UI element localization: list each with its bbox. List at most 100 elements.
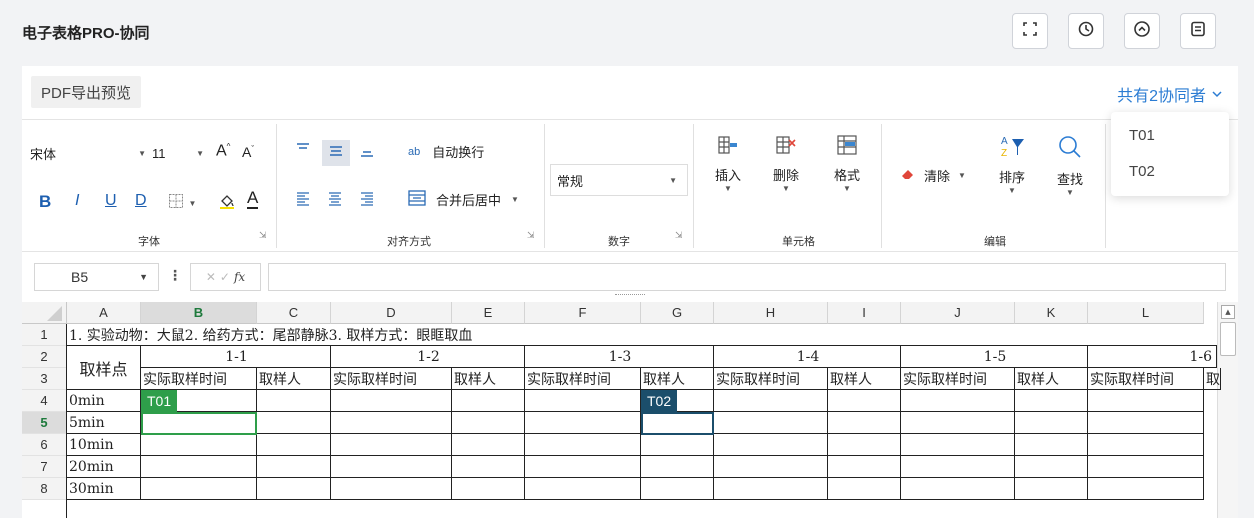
cell-empty[interactable]: [1088, 412, 1204, 434]
cell-empty[interactable]: [714, 434, 828, 456]
comment-button[interactable]: [1180, 13, 1216, 49]
column-header[interactable]: G: [641, 302, 714, 324]
column-header[interactable]: C: [257, 302, 331, 324]
collaborator-selection[interactable]: [141, 412, 257, 435]
cell-time[interactable]: 30min: [67, 478, 141, 500]
increase-font-button[interactable]: A^: [216, 142, 230, 160]
row-header[interactable]: 4: [22, 390, 67, 412]
cell-group-header[interactable]: 1-2: [331, 346, 525, 368]
format-cells-button[interactable]: 格式 ▼: [827, 134, 867, 193]
cell-empty[interactable]: [452, 412, 525, 434]
column-header[interactable]: D: [331, 302, 452, 324]
collapse-up-button[interactable]: [1124, 13, 1160, 49]
sort-button[interactable]: AZ 排序 ▼: [992, 134, 1032, 195]
cell-empty[interactable]: [1088, 434, 1204, 456]
cell-empty[interactable]: [525, 412, 641, 434]
cell-empty[interactable]: [452, 478, 525, 500]
collaborator-selection[interactable]: [641, 412, 714, 435]
cell-sampler-header[interactable]: 取样人: [452, 368, 525, 390]
cell-empty[interactable]: [257, 412, 331, 434]
align-right-button[interactable]: [356, 190, 378, 212]
alignment-dialog-launcher-icon[interactable]: ⇲: [527, 230, 535, 241]
cell-sampler-header[interactable]: 取: [1204, 368, 1221, 390]
align-center-button[interactable]: [324, 190, 346, 212]
cell-empty[interactable]: [331, 478, 452, 500]
cell-empty[interactable]: [714, 456, 828, 478]
function-button[interactable]: fx: [234, 270, 245, 284]
cell-empty[interactable]: [901, 478, 1015, 500]
more-options-icon[interactable]: ⋮: [168, 267, 182, 284]
history-button[interactable]: [1068, 13, 1104, 49]
column-header[interactable]: L: [1088, 302, 1204, 324]
cell-empty[interactable]: [331, 390, 452, 412]
row-header[interactable]: 5: [22, 412, 67, 434]
cell-time[interactable]: 10min: [67, 434, 141, 456]
cell-empty[interactable]: [331, 456, 452, 478]
font-color-button[interactable]: A: [247, 189, 259, 209]
collaborator-item[interactable]: T01: [1129, 127, 1155, 144]
cell-empty[interactable]: [1015, 456, 1088, 478]
cell-empty[interactable]: [901, 412, 1015, 434]
cell-empty[interactable]: [525, 434, 641, 456]
align-middle-button[interactable]: [322, 140, 350, 166]
vertical-scrollbar[interactable]: ▲: [1217, 302, 1238, 518]
fill-color-button[interactable]: [216, 192, 238, 214]
cell-actual-time-header[interactable]: 实际取样时间: [525, 368, 641, 390]
cell-actual-time-header[interactable]: 实际取样时间: [901, 368, 1015, 390]
cell-group-header[interactable]: 1-6: [1088, 346, 1217, 368]
cell-empty[interactable]: [1015, 478, 1088, 500]
cell-group-header[interactable]: 1-1: [141, 346, 331, 368]
cell-empty[interactable]: [714, 478, 828, 500]
cell-sampler-header[interactable]: 取样人: [828, 368, 901, 390]
delete-cells-button[interactable]: 删除 ▼: [766, 134, 806, 193]
cell-empty[interactable]: [714, 412, 828, 434]
number-format-select[interactable]: 常规 ▼: [550, 164, 688, 196]
cell-time[interactable]: 20min: [67, 456, 141, 478]
row-header[interactable]: 7: [22, 456, 67, 478]
cell-sampler-header[interactable]: 取样人: [641, 368, 714, 390]
column-header[interactable]: E: [452, 302, 525, 324]
cell-empty[interactable]: [828, 412, 901, 434]
cell-empty[interactable]: [1015, 434, 1088, 456]
cell-empty[interactable]: [1015, 412, 1088, 434]
column-header[interactable]: B: [141, 302, 257, 324]
formula-input[interactable]: [268, 263, 1226, 291]
resize-grip[interactable]: [615, 294, 645, 296]
align-top-button[interactable]: [292, 140, 314, 162]
font-size-select[interactable]: 11 ▼: [152, 140, 204, 166]
cell-sampler-header[interactable]: 取样人: [1015, 368, 1088, 390]
row-header[interactable]: 1: [22, 324, 67, 346]
row-header[interactable]: 2: [22, 346, 67, 368]
column-header[interactable]: A: [67, 302, 141, 324]
collaborator-item[interactable]: T02: [1129, 163, 1155, 180]
double-underline-button[interactable]: D: [135, 192, 147, 210]
cell-empty[interactable]: [257, 478, 331, 500]
cell-actual-time-header[interactable]: 实际取样时间: [714, 368, 828, 390]
cell-sample-point[interactable]: 取样点: [67, 346, 141, 390]
row-header[interactable]: 3: [22, 368, 67, 390]
cell-empty[interactable]: [714, 390, 828, 412]
cell-time[interactable]: 0min: [67, 390, 141, 412]
cell-empty[interactable]: [828, 478, 901, 500]
spreadsheet-grid[interactable]: ▲ A B C D E F G H I J K L 1 2 3 4 5 6 7 8 1. 实验动物：大鼠2. 给药方式：…: [22, 302, 1238, 518]
cell-empty[interactable]: [901, 390, 1015, 412]
pdf-export-preview-button[interactable]: PDF导出预览: [31, 76, 142, 108]
cell-empty[interactable]: [1088, 390, 1204, 412]
cell-empty[interactable]: [141, 456, 257, 478]
cell-empty[interactable]: [452, 434, 525, 456]
cell-sampler-header[interactable]: 取样人: [257, 368, 331, 390]
fullscreen-button[interactable]: [1012, 13, 1048, 49]
cell-time[interactable]: 5min: [67, 412, 141, 434]
cell-group-header[interactable]: 1-3: [525, 346, 714, 368]
cell-actual-time-header[interactable]: 实际取样时间: [141, 368, 257, 390]
cell-empty[interactable]: [525, 390, 641, 412]
cell-empty[interactable]: [257, 456, 331, 478]
cell-group-header[interactable]: 1-5: [901, 346, 1088, 368]
scroll-up-icon[interactable]: ▲: [1221, 305, 1235, 319]
bold-button[interactable]: B: [39, 192, 51, 212]
insert-cells-button[interactable]: 插入 ▼: [708, 134, 748, 193]
cell-group-header[interactable]: 1-4: [714, 346, 901, 368]
cell-empty[interactable]: [828, 434, 901, 456]
cell-empty[interactable]: [828, 456, 901, 478]
find-button[interactable]: 查找 ▼: [1050, 134, 1090, 197]
